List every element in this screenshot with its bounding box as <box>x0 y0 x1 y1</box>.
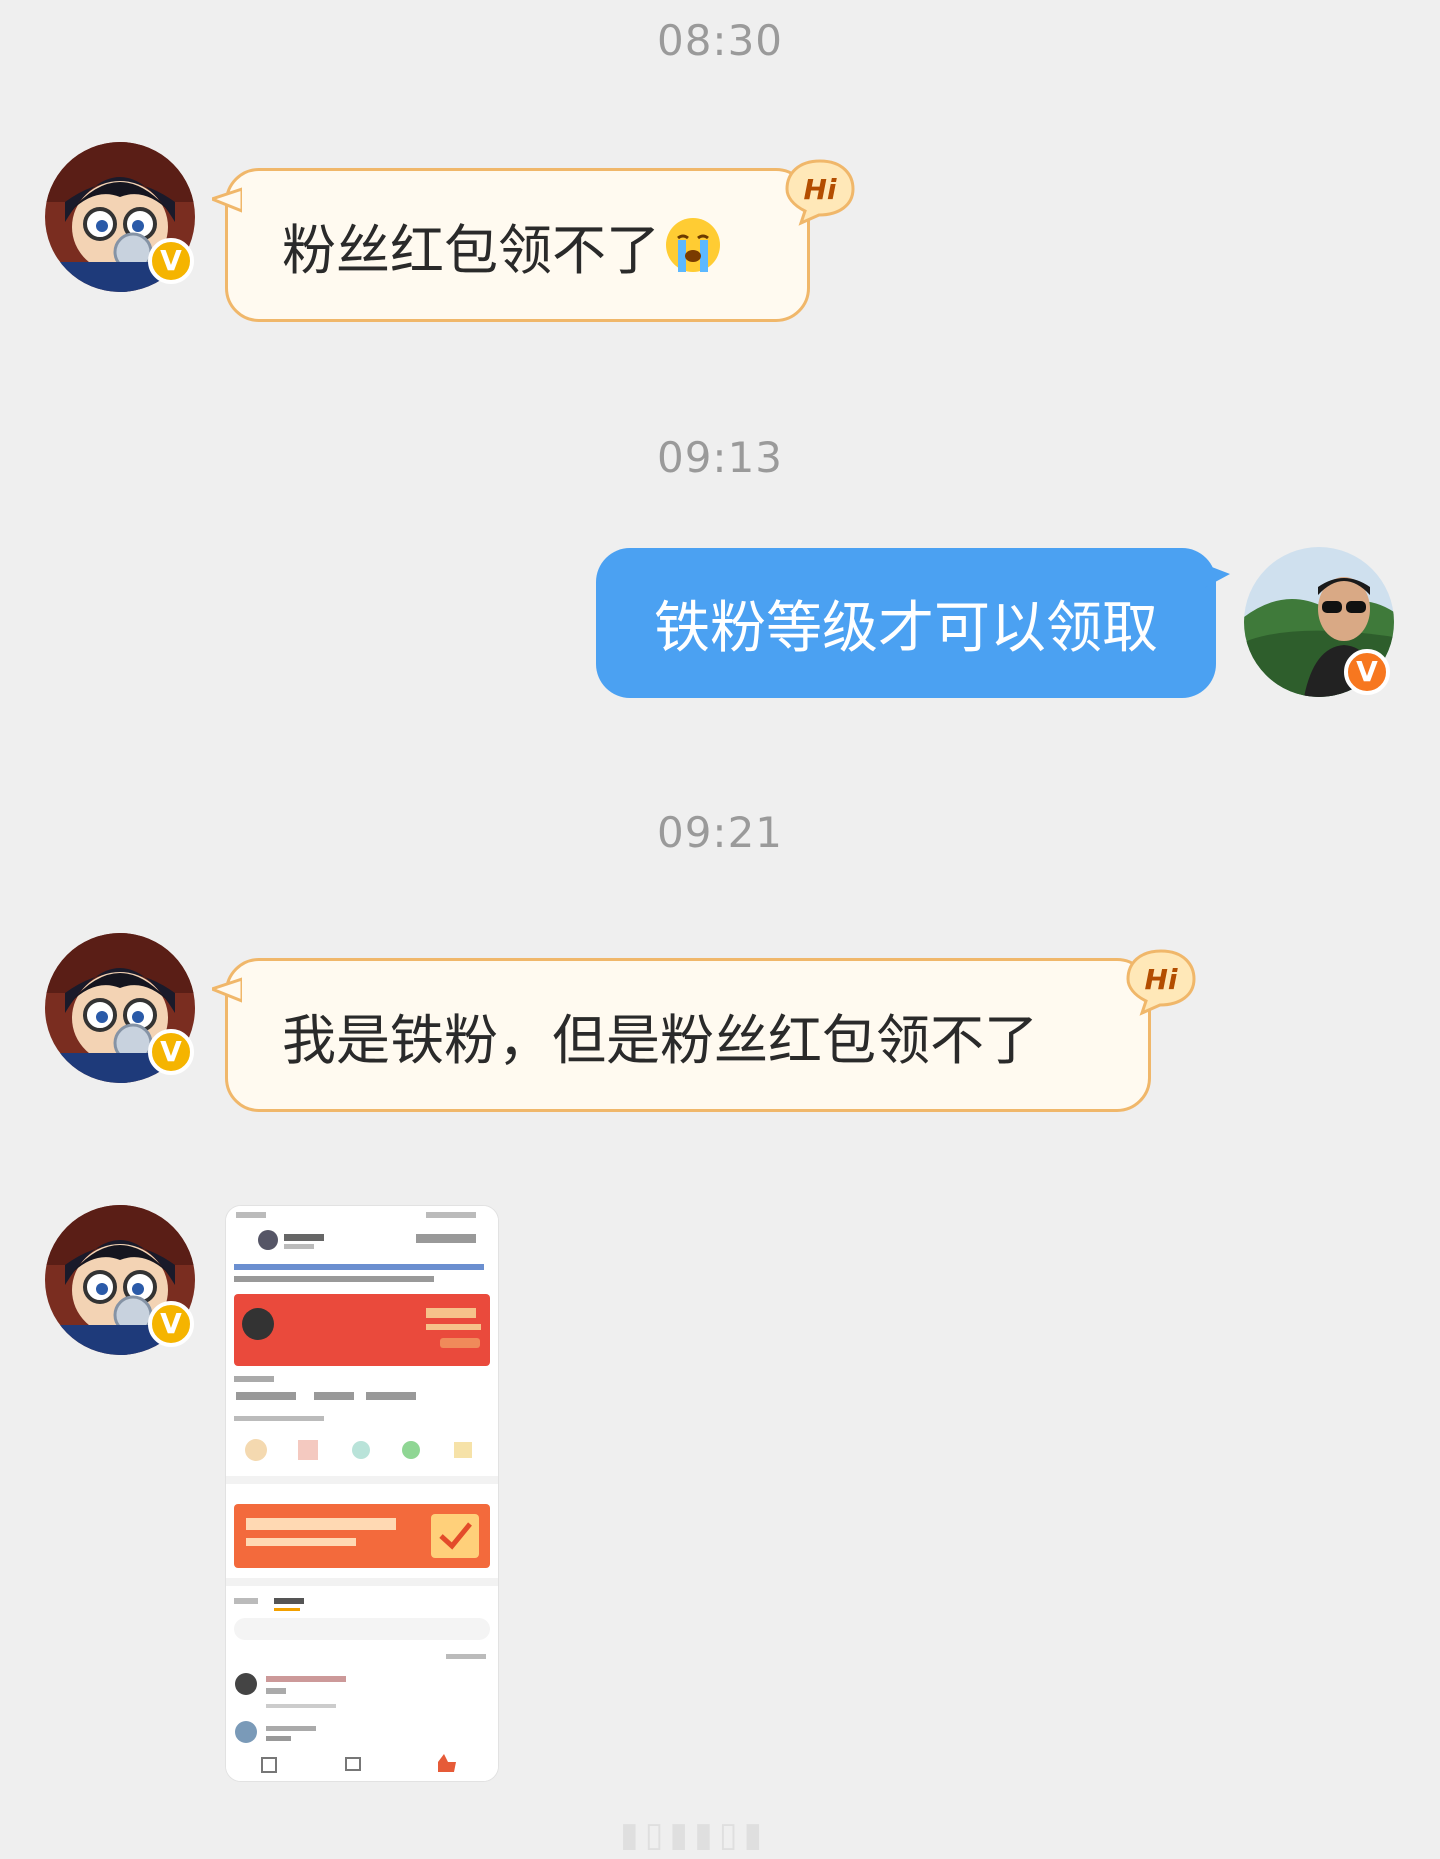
message-text: 我是铁粉，但是粉丝红包领不了 <box>282 1008 1038 1072</box>
hi-badge-icon: Hi <box>1126 949 1196 1016</box>
verified-badge-icon: V <box>148 1301 194 1347</box>
hi-badge-text: Hi <box>1144 963 1177 996</box>
timestamp-3: 09:21 <box>656 808 784 857</box>
loudly-crying-face-icon <box>666 218 720 272</box>
avatar-contact[interactable]: V <box>45 1205 195 1355</box>
message-bubble-incoming[interactable]: 粉丝红包领不了 Hi <box>212 159 855 322</box>
bubble-tail-icon <box>1204 564 1230 588</box>
verified-badge-icon: V <box>148 238 194 284</box>
watermark-graphic: ▮▯▮▮▯▮ <box>620 1815 769 1855</box>
avatar-self[interactable]: V <box>1244 547 1394 697</box>
message-bubble-incoming[interactable]: 我是铁粉，但是粉丝红包领不了 Hi <box>212 949 1196 1112</box>
timestamp-2: 09:13 <box>656 433 784 482</box>
message-text: 铁粉等级才可以领取 <box>654 595 1158 661</box>
image-message-thumbnail[interactable] <box>225 1205 499 1782</box>
verified-badge-icon: V <box>148 1029 194 1075</box>
avatar-contact[interactable]: V <box>45 142 195 292</box>
timestamp-1: 08:30 <box>656 16 784 65</box>
bubble-tail-icon <box>212 187 242 213</box>
avatar-contact[interactable]: V <box>45 933 195 1083</box>
message-text: 粉丝红包领不了 <box>282 218 660 282</box>
hi-badge-text: Hi <box>803 173 836 206</box>
screenshot-thumbnail-image <box>226 1206 498 1781</box>
hi-badge-icon: Hi <box>785 159 855 226</box>
verified-badge-icon: V <box>1344 649 1390 695</box>
bubble-tail-icon <box>212 977 242 1003</box>
message-bubble-outgoing[interactable]: 铁粉等级才可以领取 <box>596 548 1230 698</box>
